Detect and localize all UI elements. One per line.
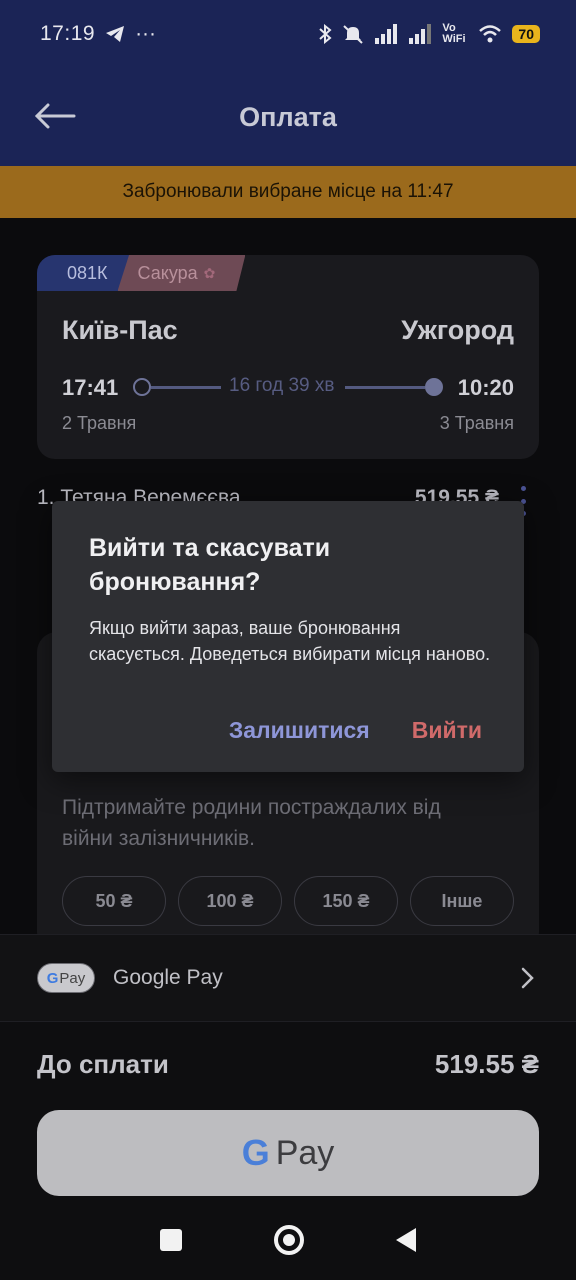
- signal-icon: [375, 24, 398, 44]
- departure-date: 2 Травня: [62, 413, 137, 433]
- back-button[interactable]: [34, 96, 82, 136]
- google-g-icon: G: [241, 1132, 270, 1173]
- arrival-station: Ужгород: [401, 315, 514, 345]
- battery-indicator: 70: [512, 25, 540, 43]
- departure-station: Київ-Пас: [62, 315, 178, 345]
- status-bar: 17:19 ··· Vo WiFi 70: [0, 0, 576, 68]
- train-brand: Сакура: [137, 262, 198, 283]
- total-value: 519.55 ₴: [434, 1049, 539, 1079]
- more-notifications-icon: ···: [135, 22, 157, 45]
- arrival-time: 10:20: [457, 375, 514, 400]
- route-start-dot: [133, 378, 151, 396]
- payment-method-label: Google Pay: [113, 966, 223, 989]
- stay-button[interactable]: Залишитися: [229, 717, 370, 744]
- top-bar: Оплата: [0, 68, 576, 166]
- google-pay-button-label: Pay: [275, 1133, 335, 1172]
- trip-duration: 16 год 39 хв: [229, 375, 335, 396]
- google-pay-chip: G Pay: [37, 963, 95, 993]
- sakura-flower-icon: ✿: [203, 264, 216, 281]
- navigation-bar: [0, 1200, 576, 1280]
- vowifi-icon: Vo WiFi: [442, 22, 466, 45]
- donation-amount-other[interactable]: Інше: [410, 876, 514, 926]
- route-end-dot: [425, 378, 443, 396]
- donation-amounts: 50 ₴ 100 ₴ 150 ₴ Інше: [62, 876, 514, 926]
- signal-icon: [409, 24, 432, 44]
- app-header: 17:19 ··· Vo WiFi 70 Оплата: [0, 0, 576, 166]
- donation-amount-100[interactable]: 100 ₴: [178, 876, 282, 926]
- recents-button[interactable]: [160, 1229, 182, 1251]
- payment-method-selector[interactable]: G Pay Google Pay: [0, 934, 576, 1022]
- train-number: 081К: [67, 262, 108, 283]
- total-row: До сплати 519.55 ₴: [37, 1049, 539, 1080]
- dialog-title: Вийти та скасувати бронювання?: [89, 534, 331, 596]
- train-badges: 081К Сакура ✿: [37, 255, 246, 291]
- trip-card: 081К Сакура ✿ Київ-Пас Ужгород 17:41 16 г…: [37, 255, 539, 459]
- chevron-right-icon: [521, 967, 534, 989]
- page-title: Оплата: [239, 101, 337, 132]
- arrow-left-icon: [34, 103, 76, 129]
- route-line-right: [345, 386, 425, 389]
- route-timeline: 16 год 39 хв: [133, 375, 443, 401]
- cancel-booking-dialog: Вийти та скасувати бронювання? Якщо вийт…: [52, 501, 524, 772]
- donation-description: Підтримайте родини постраждалих від війн…: [62, 796, 441, 850]
- arrival-date: 3 Травня: [439, 413, 514, 433]
- telegram-icon: [106, 26, 125, 42]
- wifi-icon: [479, 25, 502, 43]
- bluetooth-icon: [319, 24, 332, 44]
- train-number-badge: 081К: [37, 255, 130, 291]
- donation-amount-50[interactable]: 50 ₴: [62, 876, 166, 926]
- dialog-actions: Залишитися Вийти: [229, 717, 482, 744]
- total-label: До сплати: [37, 1049, 169, 1079]
- donation-amount-150[interactable]: 150 ₴: [294, 876, 398, 926]
- dialog-message: Якщо вийти зараз, ваше бронювання скасує…: [89, 618, 491, 664]
- reservation-notice: Забронювали вибране місце на 11:47: [0, 166, 576, 218]
- google-pay-chip-label: Pay: [59, 969, 86, 987]
- mute-icon: [343, 25, 364, 44]
- system-back-button[interactable]: [396, 1228, 416, 1252]
- google-pay-button[interactable]: G Pay: [37, 1110, 539, 1196]
- home-button[interactable]: [274, 1225, 304, 1255]
- route-line-left: [151, 386, 221, 389]
- status-time: 17:19: [40, 22, 96, 45]
- train-brand-badge: Сакура ✿: [117, 255, 246, 291]
- exit-button[interactable]: Вийти: [412, 717, 482, 744]
- departure-time: 17:41: [62, 375, 119, 400]
